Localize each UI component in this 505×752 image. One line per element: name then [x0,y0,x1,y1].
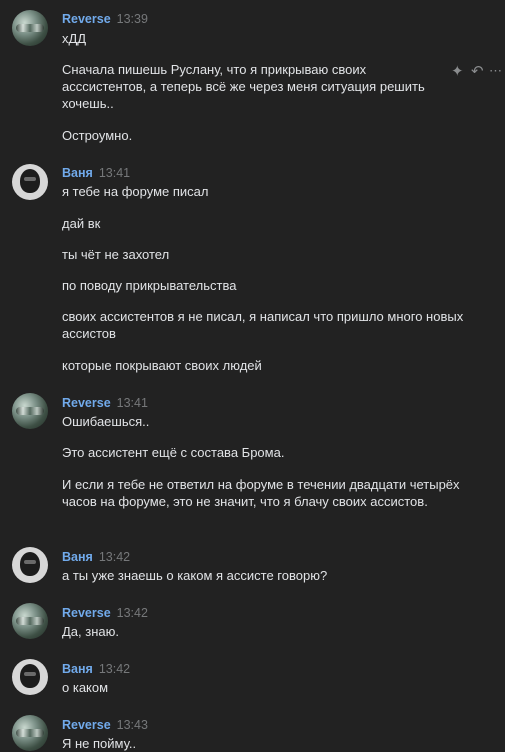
author-name[interactable]: Ваня [62,550,93,564]
message-text: а ты уже знаешь о каком я ассисте говорю… [62,568,328,583]
message-text: Это ассистент ещё с состава Брома. [62,445,285,460]
message-header: Ваня 13:42 [62,662,130,676]
message-text: ты чёт не захотел [62,247,170,262]
avatar[interactable] [12,715,48,751]
message-text: И если я тебе не ответил на форуме в теч… [62,477,460,509]
message-header: Ваня 13:41 [62,166,130,180]
message-header: Reverse 13:41 [62,396,148,410]
message-text: Ошибаешься.. [62,414,150,429]
message-text: хДД [62,31,87,46]
message-header: Reverse 13:39 [62,12,148,26]
message-time: 13:42 [98,550,131,564]
author-name[interactable]: Reverse [62,12,111,26]
avatar[interactable] [12,393,48,429]
avatar[interactable] [12,547,48,583]
message-header: Ваня 13:42 [62,550,130,564]
message-text: я тебе на форуме писал [62,184,209,199]
message-time: 13:42 [98,662,131,676]
message-time: 13:43 [116,718,148,732]
message-time: 13:39 [116,12,148,26]
author-name[interactable]: Ваня [62,662,93,676]
message-time: 13:41 [116,396,148,410]
sparkle-icon[interactable]: ✦ [451,62,464,80]
message-header: Reverse 13:42 [62,606,148,620]
reply-icon[interactable]: ↶ [471,62,484,80]
message-text: Сначала пишешь Руслану, что я прикрываю … [62,62,425,111]
message-text: дай вк [62,216,101,231]
message-text: своих ассистентов я не писал, я написал … [62,309,464,341]
message-text: о каком [62,680,109,695]
avatar[interactable] [12,603,48,639]
more-icon[interactable]: ⋯ [489,63,502,79]
avatar[interactable] [12,10,48,46]
avatar[interactable] [12,659,48,695]
author-name[interactable]: Reverse [62,718,111,732]
message-time: 13:41 [98,166,131,180]
avatar[interactable] [12,164,48,200]
message-header: Reverse 13:43 [62,718,148,732]
message-time: 13:42 [116,606,148,620]
message-text: которые покрывают своих людей [62,358,262,373]
author-name[interactable]: Reverse [62,606,111,620]
author-name[interactable]: Reverse [62,396,111,410]
message-text: по поводу прикрывательства [62,278,237,293]
message-text: Остроумно. [62,128,133,143]
message-text: Да, знаю. [62,624,119,639]
message-actions: ✦ ↶ ⋯ [451,62,502,80]
message-text: Я не пойму.. [62,736,137,751]
author-name[interactable]: Ваня [62,166,93,180]
